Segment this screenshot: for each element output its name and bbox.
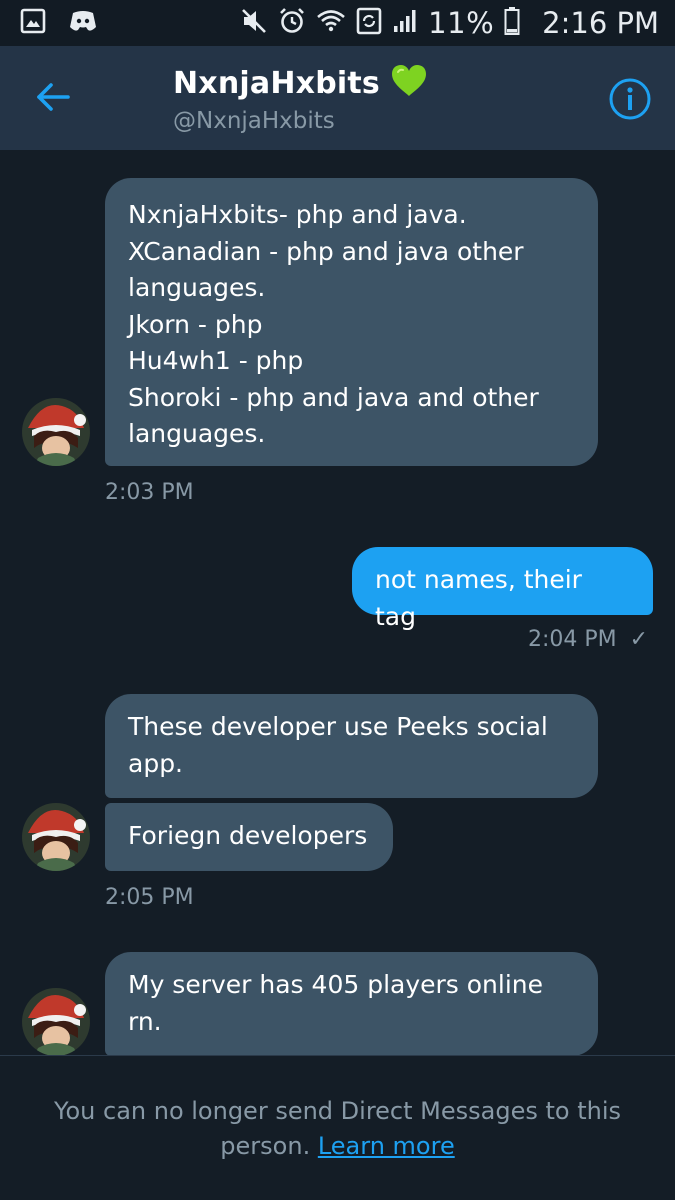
wifi-icon [316,7,346,39]
avatar[interactable] [22,988,90,1055]
avatar[interactable] [22,803,90,871]
info-button[interactable] [608,77,652,121]
message-bubble-incoming[interactable]: These developer use Peeks social app. [105,694,598,798]
gallery-icon [20,8,46,38]
message-bubble-incoming[interactable]: NxnjaHxbits- php and java. XCanadian - p… [105,178,598,466]
message-timestamp: 2:04 PM ✓ [528,627,648,652]
mute-icon [240,7,268,39]
back-arrow-icon [37,83,70,111]
conversation-header: NxnjaHxbits @NxnjaHxbits [0,46,675,150]
message-bubble-incoming[interactable]: My server has 405 players online rn. [105,952,598,1055]
conversation-title-block[interactable]: NxnjaHxbits @NxnjaHxbits [173,64,428,134]
info-icon [609,78,651,120]
conversation-title: NxnjaHxbits [173,65,380,101]
discord-icon [68,9,98,37]
green-heart-icon [390,64,428,102]
message-list[interactable]: NxnjaHxbits- php and java. XCanadian - p… [0,150,675,1055]
dm-disabled-notice: You can no longer send Direct Messages t… [40,1094,635,1164]
sync-icon [356,7,382,39]
battery-icon [504,7,520,39]
alarm-icon [278,7,306,39]
message-timestamp: 2:03 PM [105,480,194,505]
dm-disabled-footer: You can no longer send Direct Messages t… [0,1055,675,1200]
message-bubble-outgoing[interactable]: not names, their tag [352,547,653,631]
message-timestamp: 2:05 PM [105,885,194,910]
dm-screen: 11% 2:16 PM NxnjaHxbits @NxnjaHxbits Nxn… [0,0,675,1200]
learn-more-link[interactable]: Learn more [318,1132,455,1160]
message-timestamp-text: 2:04 PM [528,627,617,652]
read-check-icon: ✓ [629,627,649,652]
back-button[interactable] [30,74,76,120]
status-bar: 11% 2:16 PM [0,0,675,46]
clock: 2:16 PM [542,6,659,40]
message-bubble-incoming[interactable]: Foriegn developers [105,803,393,871]
signal-icon [392,8,418,38]
avatar[interactable] [22,398,90,466]
battery-percent: 11% [428,6,495,40]
conversation-handle: @NxnjaHxbits [173,108,335,134]
